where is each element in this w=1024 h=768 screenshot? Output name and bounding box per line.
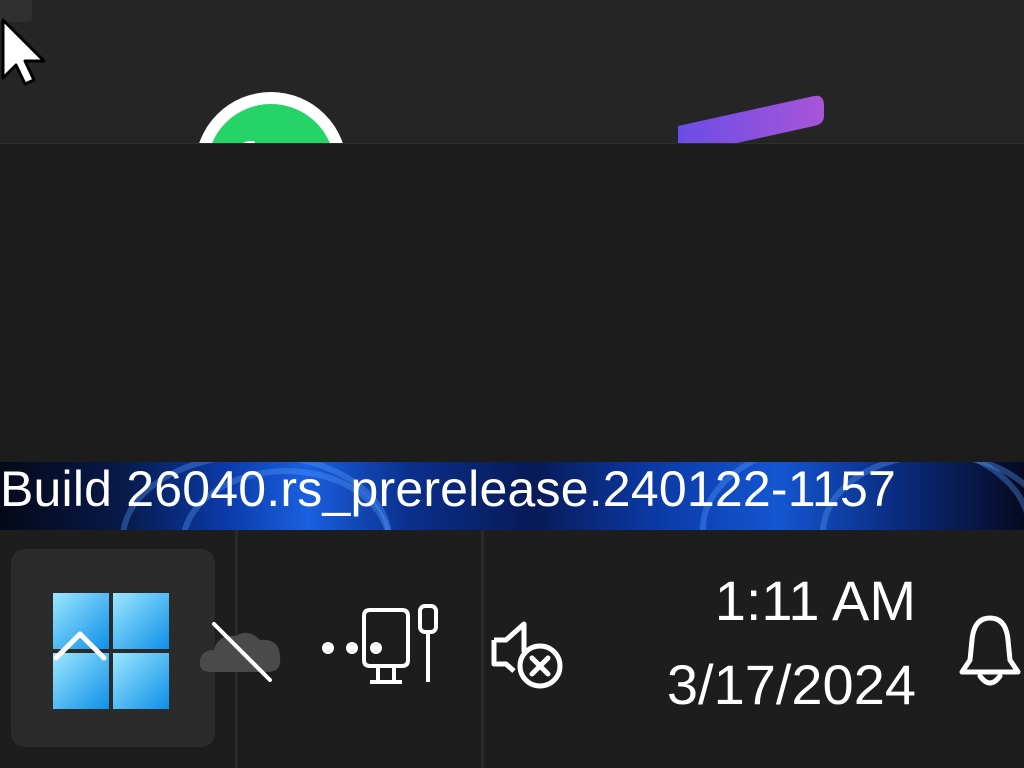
network-disconnected-icon[interactable] bbox=[316, 602, 446, 692]
onedrive-offline-icon[interactable] bbox=[196, 616, 288, 686]
start-button[interactable] bbox=[11, 549, 215, 747]
whatsapp-logo-icon[interactable] bbox=[195, 92, 347, 143]
purple-app-logo-icon[interactable] bbox=[668, 92, 828, 143]
dark-content-area bbox=[0, 144, 1024, 462]
volume-muted-icon[interactable] bbox=[488, 616, 566, 690]
clock-time[interactable]: 1:11 AM bbox=[600, 568, 916, 634]
app-window-top bbox=[0, 0, 1024, 143]
bell-icon[interactable] bbox=[956, 610, 1024, 690]
taskbar-separator bbox=[481, 530, 484, 768]
build-watermark: Build 26040.rs_prerelease.240122-1157 bbox=[0, 461, 897, 517]
taskbar: 1:11 AM 3/17/2024 bbox=[0, 530, 1024, 768]
chevron-up-icon[interactable] bbox=[52, 628, 108, 662]
clock-date[interactable]: 3/17/2024 bbox=[600, 652, 916, 718]
mouse-pointer-icon bbox=[1, 18, 46, 86]
